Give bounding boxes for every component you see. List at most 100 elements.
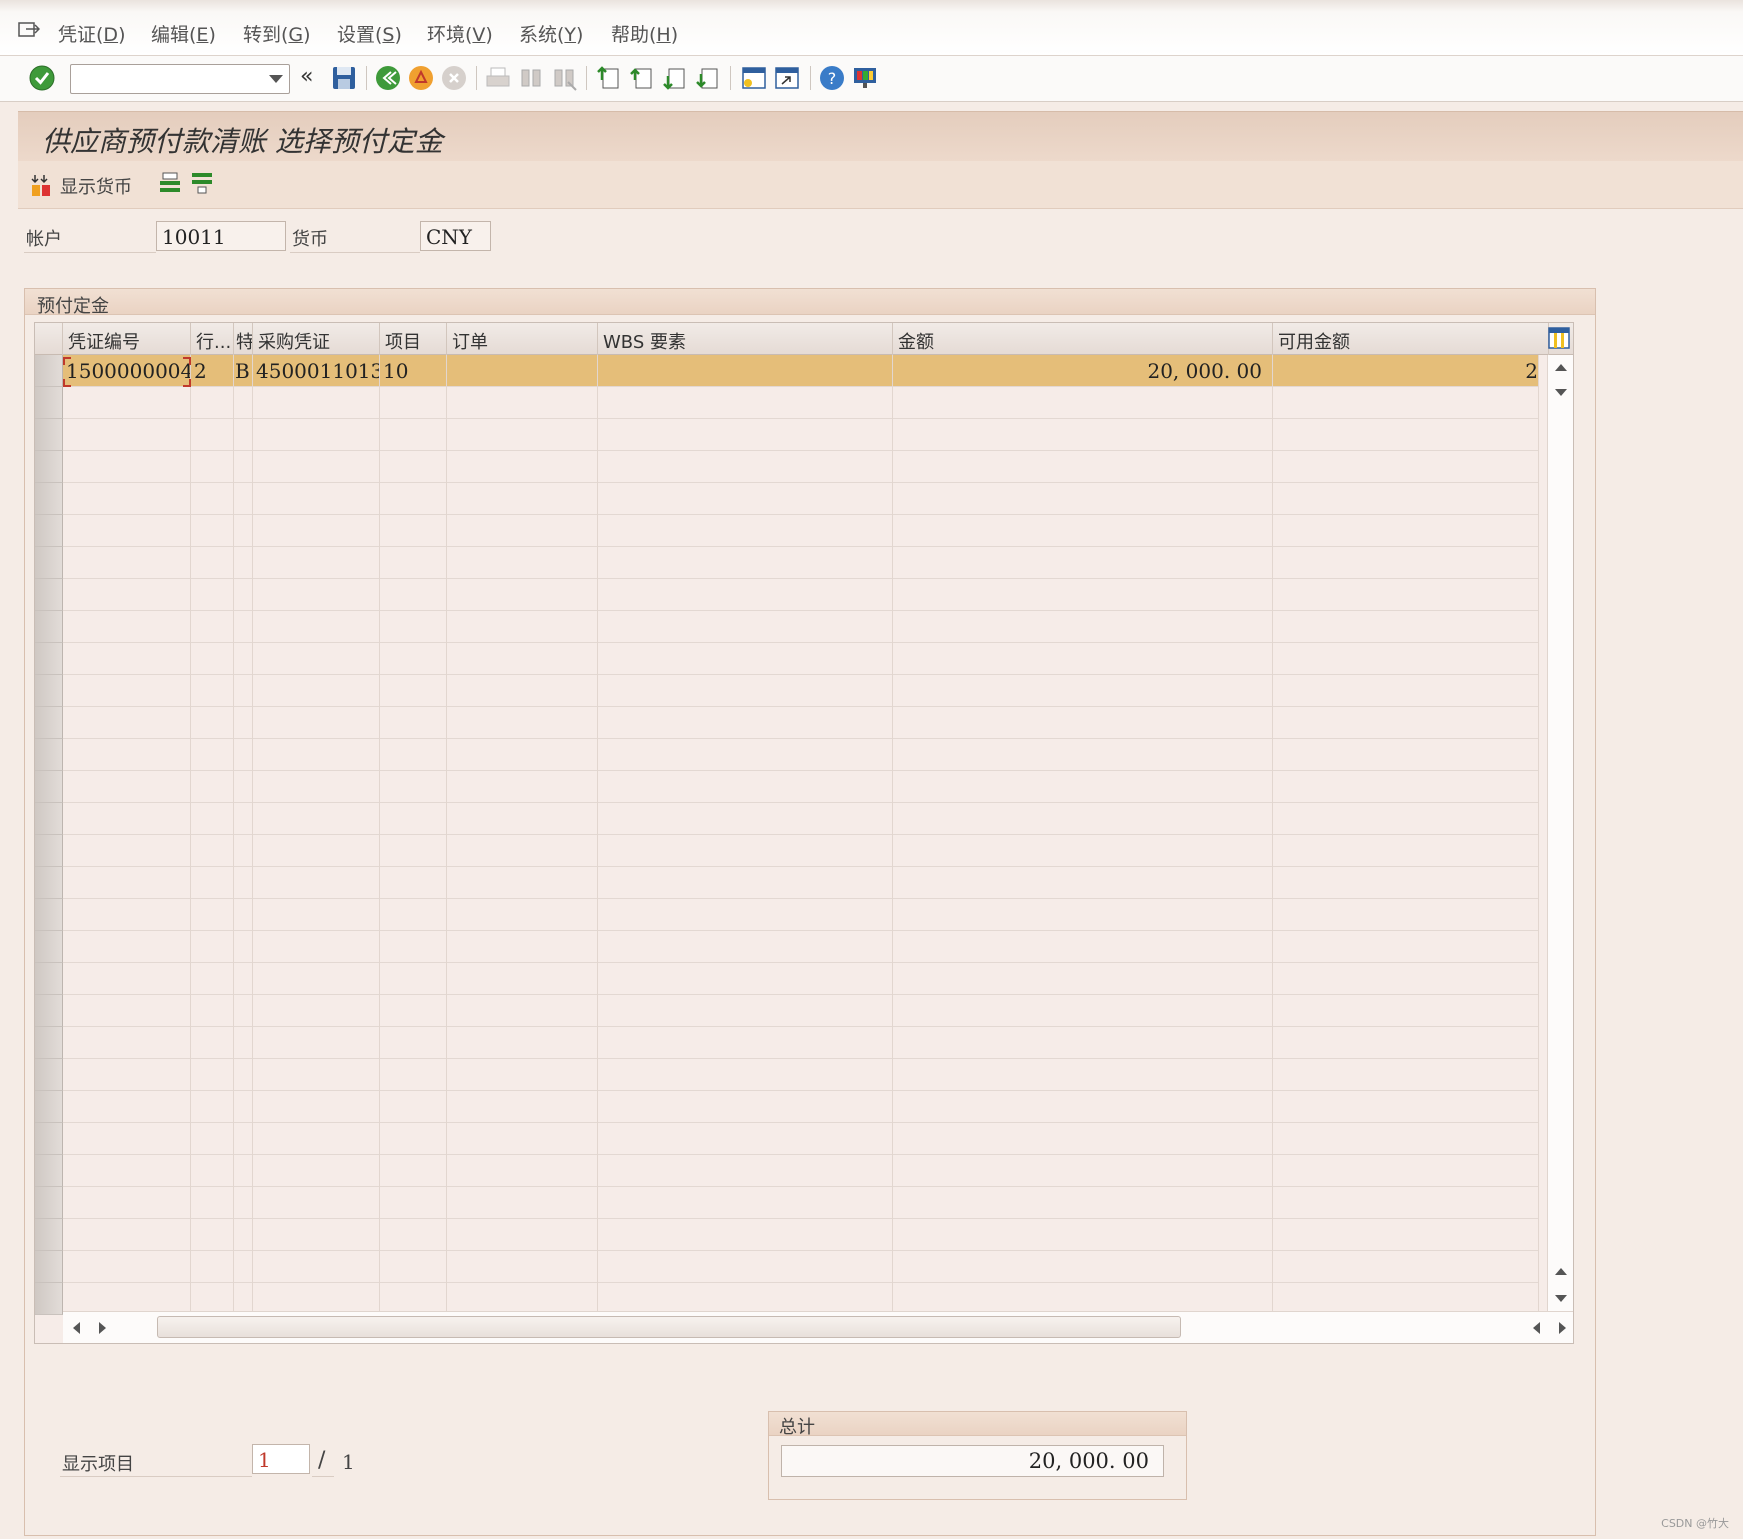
table-cell[interactable] [447, 1123, 598, 1155]
cell-amount[interactable]: 20, 000. 00 [893, 355, 1273, 387]
scroll-up-icon[interactable] [1555, 364, 1567, 371]
table-cell[interactable] [380, 675, 447, 707]
row-selector[interactable] [35, 515, 63, 547]
table-cell[interactable] [1273, 419, 1539, 451]
table-cell[interactable] [234, 419, 253, 451]
table-cell[interactable] [1273, 931, 1539, 963]
table-cell[interactable] [191, 739, 234, 771]
table-cell[interactable] [380, 739, 447, 771]
row-selector[interactable] [35, 1187, 63, 1219]
table-cell[interactable] [447, 675, 598, 707]
table-cell[interactable] [598, 675, 893, 707]
table-cell[interactable] [893, 675, 1273, 707]
table-cell[interactable] [191, 419, 234, 451]
table-cell[interactable] [63, 675, 191, 707]
find-icon[interactable] [517, 64, 545, 92]
column-header-special-gl[interactable]: 特 [234, 323, 253, 355]
table-cell[interactable] [191, 899, 234, 931]
table-cell[interactable] [447, 771, 598, 803]
table-cell[interactable] [598, 803, 893, 835]
table-cell[interactable] [598, 1027, 893, 1059]
table-cell[interactable] [1273, 515, 1539, 547]
table-cell[interactable] [191, 515, 234, 547]
back-icon[interactable] [374, 64, 402, 92]
exit-icon[interactable] [407, 64, 435, 92]
row-selector[interactable] [35, 899, 63, 931]
table-row[interactable] [63, 1219, 1539, 1251]
chevron-down-icon[interactable] [269, 75, 283, 83]
table-cell[interactable] [380, 611, 447, 643]
table-cell[interactable] [1273, 1091, 1539, 1123]
table-cell[interactable] [380, 483, 447, 515]
row-selector[interactable] [35, 355, 63, 387]
table-cell[interactable] [63, 547, 191, 579]
table-cell[interactable] [63, 579, 191, 611]
table-cell[interactable] [63, 995, 191, 1027]
cell-document-number[interactable]: 1500000004 [63, 355, 191, 387]
menu-help[interactable]: 帮助(H) [611, 20, 678, 47]
table-cell[interactable] [191, 387, 234, 419]
table-cell[interactable] [893, 1187, 1273, 1219]
table-cell[interactable] [380, 835, 447, 867]
row-selector[interactable] [35, 739, 63, 771]
row-selector[interactable] [35, 419, 63, 451]
new-session-icon[interactable] [740, 64, 768, 92]
table-cell[interactable] [253, 771, 380, 803]
table-cell[interactable] [598, 835, 893, 867]
row-selector[interactable] [35, 1027, 63, 1059]
table-cell[interactable] [234, 707, 253, 739]
table-cell[interactable] [893, 547, 1273, 579]
table-cell[interactable] [598, 995, 893, 1027]
table-cell[interactable] [893, 835, 1273, 867]
table-cell[interactable] [253, 675, 380, 707]
table-cell[interactable] [191, 931, 234, 963]
table-cell[interactable] [893, 963, 1273, 995]
table-cell[interactable] [893, 483, 1273, 515]
table-cell[interactable] [253, 579, 380, 611]
scroll-left-icon[interactable] [73, 1322, 80, 1334]
table-cell[interactable] [380, 419, 447, 451]
table-cell[interactable] [893, 1091, 1273, 1123]
table-cell[interactable] [253, 803, 380, 835]
table-cell[interactable] [191, 643, 234, 675]
table-cell[interactable] [191, 675, 234, 707]
table-cell[interactable] [191, 803, 234, 835]
table-cell[interactable] [234, 867, 253, 899]
table-cell[interactable] [447, 931, 598, 963]
cell-order[interactable] [447, 355, 598, 387]
table-cell[interactable] [380, 387, 447, 419]
table-cell[interactable] [234, 1091, 253, 1123]
table-cell[interactable] [253, 1027, 380, 1059]
table-cell[interactable] [63, 803, 191, 835]
table-cell[interactable] [893, 899, 1273, 931]
table-row[interactable] [63, 579, 1539, 611]
table-row[interactable] [63, 1091, 1539, 1123]
column-header-document-number[interactable]: 凭证编号 [63, 323, 191, 355]
table-cell[interactable] [893, 739, 1273, 771]
table-cell[interactable] [1273, 899, 1539, 931]
table-cell[interactable] [63, 483, 191, 515]
table-cell[interactable] [253, 931, 380, 963]
scroll-right-icon[interactable] [1559, 1322, 1566, 1334]
next-page-icon[interactable] [660, 64, 688, 92]
collapse-command-icon[interactable]: « [300, 64, 313, 89]
table-cell[interactable] [380, 867, 447, 899]
find-next-icon[interactable] [550, 64, 578, 92]
table-row[interactable] [63, 1059, 1539, 1091]
column-header-available-amount[interactable]: 可用金额 [1273, 323, 1549, 355]
table-cell[interactable] [1273, 387, 1539, 419]
table-cell[interactable] [191, 611, 234, 643]
table-cell[interactable] [234, 387, 253, 419]
table-cell[interactable] [253, 547, 380, 579]
table-cell[interactable] [234, 1059, 253, 1091]
table-cell[interactable] [893, 803, 1273, 835]
table-cell[interactable] [598, 739, 893, 771]
table-cell[interactable] [63, 899, 191, 931]
table-cell[interactable] [380, 1219, 447, 1251]
table-cell[interactable] [447, 739, 598, 771]
table-cell[interactable] [380, 1059, 447, 1091]
column-header-item[interactable]: 项目 [380, 323, 447, 355]
table-cell[interactable] [63, 771, 191, 803]
table-cell[interactable] [447, 707, 598, 739]
table-cell[interactable] [1273, 1219, 1539, 1251]
